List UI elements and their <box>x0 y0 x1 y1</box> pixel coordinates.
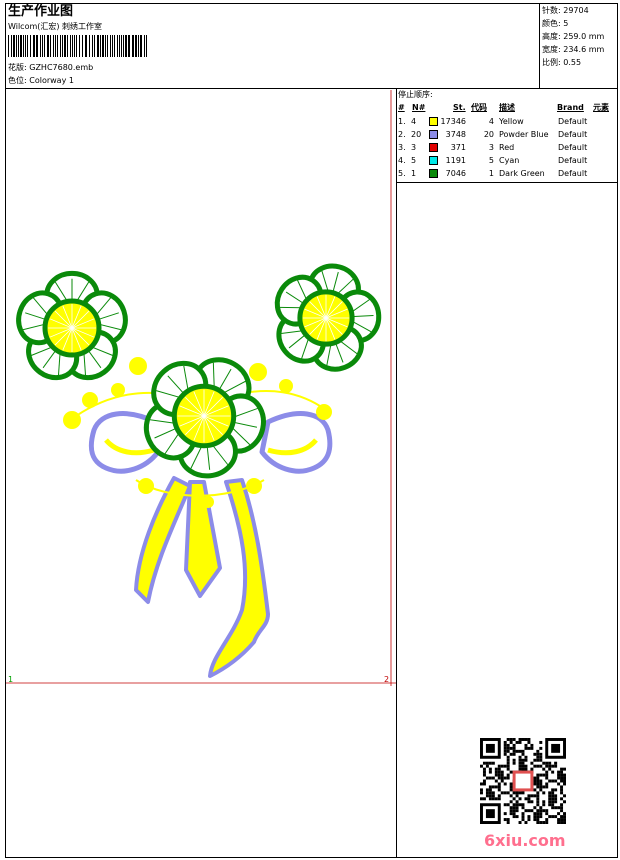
stat-colors: 颜色: 5 <box>542 19 568 29</box>
page-title: 生产作业图 <box>8 4 74 19</box>
table-row: 4. 5 1191 5 Cyan Default <box>398 154 618 167</box>
studio-name: Wilcom(汇宏) 刺绣工作室 <box>8 22 103 31</box>
row-description: Dark Green <box>499 169 545 178</box>
color-swatch <box>429 143 438 152</box>
row-needle: 20 <box>411 130 422 139</box>
col-code: 代码 <box>471 103 487 112</box>
stat-height-label: 高度: <box>542 32 561 41</box>
row-seq: 2. <box>398 130 406 139</box>
header-divider <box>5 88 618 89</box>
flower <box>274 263 382 372</box>
flower <box>143 357 266 479</box>
guide-mark-left: 1 <box>8 675 13 684</box>
row-brand: Default <box>558 117 588 126</box>
row-code: 3 <box>488 143 494 152</box>
stat-height-value: 259.0 mm <box>563 32 605 41</box>
color-swatch <box>429 156 438 165</box>
row-brand: Default <box>558 169 588 178</box>
color-swatch <box>429 130 438 139</box>
stat-colors-value: 5 <box>563 19 569 28</box>
row-needle: 4 <box>411 117 417 126</box>
table-divider <box>396 182 618 183</box>
row-stitches: 1191 <box>445 156 466 165</box>
color-swatch <box>429 117 438 126</box>
stat-width-value: 234.6 mm <box>563 45 605 54</box>
row-stitches: 3748 <box>445 130 466 139</box>
stat-height: 高度: 259.0 mm <box>542 32 604 42</box>
embroidery-preview: 1 2 <box>6 90 396 686</box>
large-flowers <box>16 263 382 479</box>
row-seq: 3. <box>398 143 406 152</box>
stat-stitches-value: 29704 <box>563 6 589 15</box>
row-stitches: 17346 <box>440 117 466 126</box>
row-seq: 1. <box>398 117 406 126</box>
row-brand: Default <box>558 156 588 165</box>
col-stitches: St. <box>453 103 466 112</box>
row-brand: Default <box>558 143 588 152</box>
col-element: 元素 <box>593 103 609 112</box>
flower <box>16 270 128 381</box>
design-file-label: 花版: <box>8 63 27 72</box>
barcode <box>8 35 147 57</box>
stop-sequence-title: 停止顺序: <box>398 90 433 99</box>
col-description: 描述 <box>499 103 515 112</box>
col-brand: Brand <box>557 103 584 112</box>
design-file-name: GZHC7680.emb <box>29 63 94 72</box>
table-row: 5. 1 7046 1 Dark Green Default <box>398 167 618 180</box>
row-code: 4 <box>488 117 494 126</box>
table-row: 3. 3 371 3 Red Default <box>398 141 618 154</box>
row-needle: 1 <box>411 169 417 178</box>
row-seq: 5. <box>398 169 406 178</box>
row-description: Yellow <box>499 117 524 126</box>
row-needle: 5 <box>411 156 417 165</box>
row-code: 20 <box>483 130 494 139</box>
stat-width-label: 宽度: <box>542 45 561 54</box>
colorway-label: 色位: <box>8 76 27 85</box>
stat-stitches: 针数: 29704 <box>542 6 589 16</box>
stats-divider <box>539 3 540 88</box>
stat-scale-value: 0.55 <box>563 58 582 67</box>
row-description: Red <box>499 143 515 152</box>
stat-colors-label: 颜色: <box>542 19 561 28</box>
row-seq: 4. <box>398 156 406 165</box>
col-needle: N# <box>412 103 426 112</box>
row-code: 5 <box>488 156 494 165</box>
column-divider <box>396 88 397 858</box>
design-file-line: 花版: GZHC7680.emb <box>8 63 93 73</box>
row-description: Cyan <box>499 156 520 165</box>
stat-scale: 比例: 0.55 <box>542 58 581 68</box>
row-needle: 3 <box>411 143 417 152</box>
guide-mark-right: 2 <box>384 675 389 684</box>
col-seq: # <box>398 103 405 112</box>
table-row: 1. 4 17346 4 Yellow Default <box>398 115 618 128</box>
stat-stitches-label: 针数: <box>542 6 561 15</box>
row-stitches: 7046 <box>445 169 466 178</box>
watermark-logo: 6xiu.com <box>484 831 566 850</box>
colorway-line: 色位: Colorway 1 <box>8 76 74 86</box>
row-stitches: 371 <box>450 143 466 152</box>
row-brand: Default <box>558 130 588 139</box>
qr-code <box>480 738 566 824</box>
row-description: Powder Blue <box>499 130 549 139</box>
table-row: 2. 20 3748 20 Powder Blue Default <box>398 128 618 141</box>
colorway-name: Colorway 1 <box>29 76 74 85</box>
stat-scale-label: 比例: <box>542 58 561 67</box>
color-swatch <box>429 169 438 178</box>
stat-width: 宽度: 234.6 mm <box>542 45 604 55</box>
row-code: 1 <box>488 169 494 178</box>
